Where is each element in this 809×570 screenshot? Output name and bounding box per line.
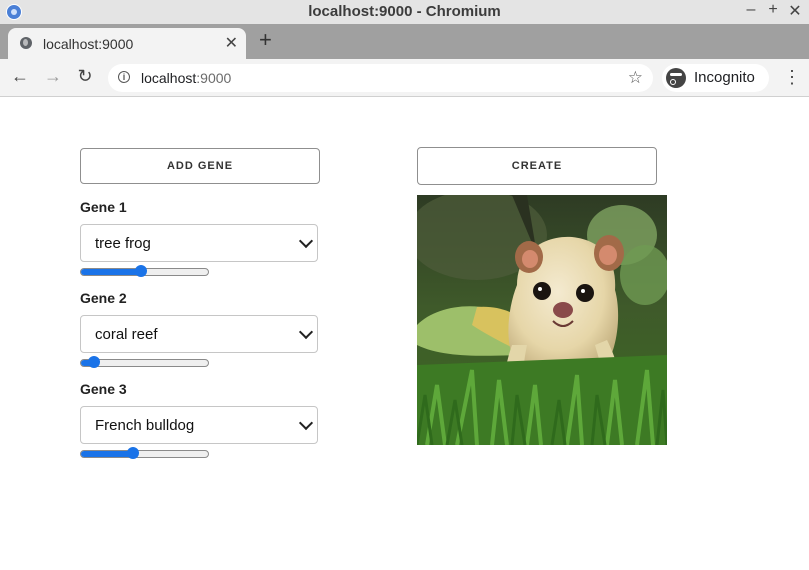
generated-image [417, 195, 667, 445]
browser-toolbar: ← → ↻ i localhost:9000 ☆ Incognito ⋮ [0, 59, 809, 97]
window-title: localhost:9000 - Chromium [308, 3, 501, 20]
chevron-down-icon [298, 415, 314, 431]
info-icon[interactable]: i [118, 71, 130, 83]
gene-3-slider[interactable] [80, 447, 209, 459]
reload-icon[interactable]: ↻ [74, 65, 96, 87]
gene-1-value: tree frog [95, 235, 151, 252]
browser-tab[interactable]: localhost:9000 ✕ [8, 28, 246, 59]
gene-2-label: Gene 2 [80, 290, 127, 306]
gene-2-slider[interactable] [80, 356, 209, 368]
gene-3-label: Gene 3 [80, 381, 127, 397]
gene-2-value: coral reef [95, 326, 158, 343]
url-host: localhost [141, 70, 197, 86]
url-text: localhost:9000 [141, 70, 231, 86]
incognito-label: Incognito [694, 69, 755, 86]
incognito-icon [666, 68, 686, 88]
chevron-down-icon [298, 233, 314, 249]
chevron-down-icon [298, 324, 314, 340]
gene-2-select[interactable]: coral reef [80, 315, 318, 353]
gene-1-label: Gene 1 [80, 199, 127, 215]
back-icon[interactable]: ← [9, 65, 31, 87]
tab-strip: localhost:9000 ✕ [0, 24, 809, 59]
close-window-icon[interactable]: ✕ [786, 1, 804, 21]
maximize-icon[interactable]: + [764, 1, 782, 19]
url-port: :9000 [196, 70, 232, 86]
gene-3-value: French bulldog [95, 417, 195, 434]
tab-title: localhost:9000 [43, 36, 134, 52]
slider-fill [81, 451, 134, 457]
gene-3-select[interactable]: French bulldog [80, 406, 318, 444]
generated-creature-image [417, 195, 667, 445]
address-bar[interactable]: i localhost:9000 ☆ [108, 64, 653, 92]
slider-thumb[interactable] [126, 447, 139, 459]
globe-icon [20, 37, 32, 49]
add-gene-button[interactable]: ADD GENE [80, 148, 320, 184]
gene-1-slider[interactable] [80, 265, 209, 277]
slider-track [80, 450, 209, 458]
create-button[interactable]: CREATE [417, 147, 657, 185]
slider-thumb[interactable] [134, 265, 147, 277]
window-titlebar: localhost:9000 - Chromium – + ✕ [0, 0, 809, 24]
menu-dots-icon[interactable]: ⋮ [783, 66, 801, 88]
incognito-badge[interactable]: Incognito [662, 64, 769, 92]
gene-1-select[interactable]: tree frog [80, 224, 318, 262]
forward-icon[interactable]: → [42, 65, 64, 87]
slider-fill [81, 269, 141, 275]
bookmark-star-icon[interactable]: ☆ [628, 68, 643, 88]
minimize-icon[interactable]: – [742, 1, 760, 19]
new-tab-icon[interactable]: + [259, 29, 272, 51]
close-tab-icon[interactable]: ✕ [225, 33, 238, 53]
